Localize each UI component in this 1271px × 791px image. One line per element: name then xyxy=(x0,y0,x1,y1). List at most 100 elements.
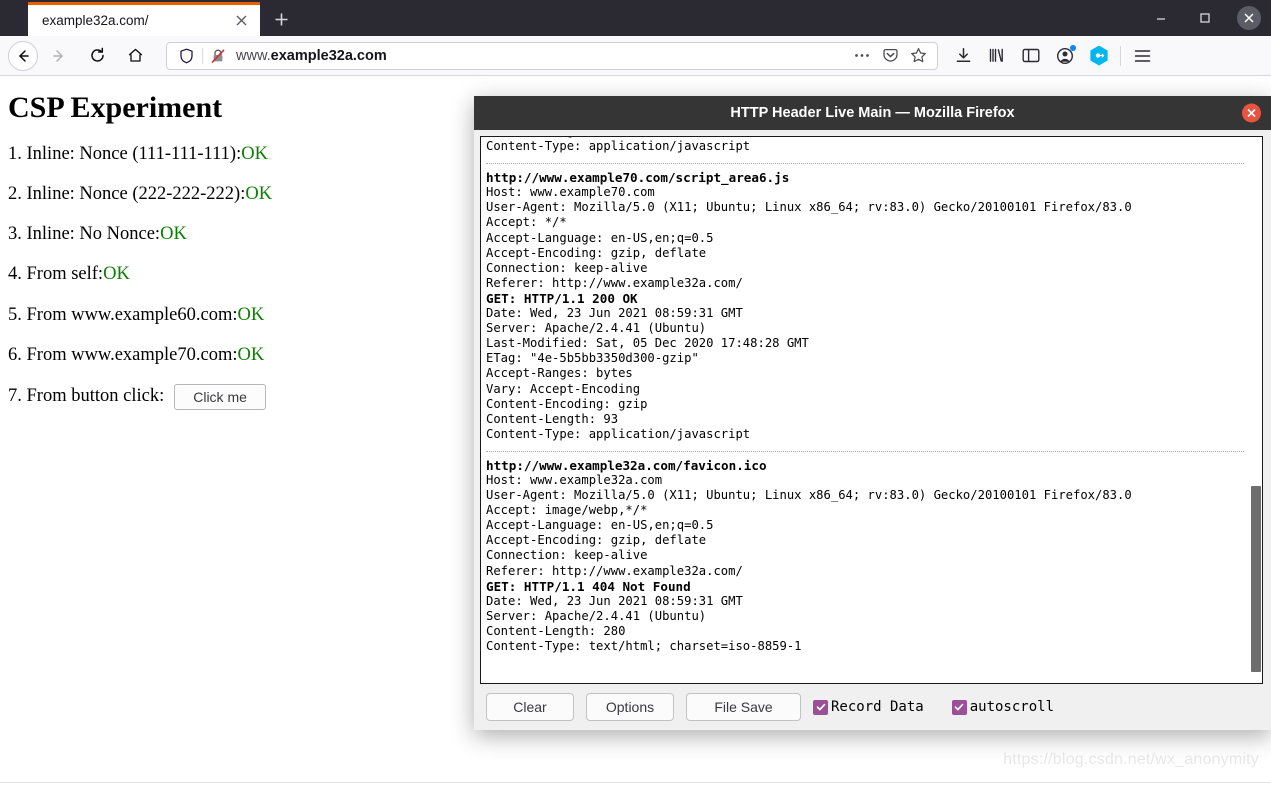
log-scrollbar-thumb[interactable] xyxy=(1251,486,1261,673)
browser-window: example32a.com/ www.example32a.com CSP E… xyxy=(0,0,1271,791)
header-log-line: Date: Wed, 23 Jun 2021 08:59:31 GMT xyxy=(486,593,743,608)
header-log-status: GET: HTTP/1.1 404 Not Found xyxy=(486,578,691,594)
header-log-line: Accept-Encoding: gzip, deflate xyxy=(486,533,707,548)
dialog-title-bar[interactable]: HTTP Header Live Main — Mozilla Firefox xyxy=(474,96,1271,130)
header-log-line: Server: Apache/2.4.41 (Ubuntu) xyxy=(486,321,707,336)
header-log-line: Content-Type: application/javascript xyxy=(486,426,751,441)
header-log-url: http://www.example32a.com/favicon.ico xyxy=(486,457,767,473)
record-data-checkbox[interactable]: Record Data xyxy=(813,699,924,715)
page-actions-icon[interactable] xyxy=(849,44,875,68)
header-log-block: http://www.example32a.com/favicon.ico Hos… xyxy=(486,450,1244,658)
header-log-line: Connection: keep-alive xyxy=(486,260,648,275)
tab-close-icon[interactable] xyxy=(230,10,252,32)
dialog-close-button[interactable] xyxy=(1242,103,1261,123)
url-domain: example32a.com xyxy=(270,47,387,64)
csp-result-label: 6. From www.example70.com: xyxy=(8,344,238,365)
account-notification-dot xyxy=(1070,44,1076,51)
page-bottom-divider xyxy=(0,782,1271,783)
url-text[interactable]: www.example32a.com xyxy=(228,48,849,64)
insecure-lock-icon[interactable] xyxy=(208,48,228,64)
status-badge: OK xyxy=(103,264,130,285)
header-log-line: Content-Length: 280 xyxy=(486,623,626,638)
bookmark-star-icon[interactable] xyxy=(905,44,931,68)
header-log-line: Accept-Language: en-US,en;q=0.5 xyxy=(486,230,714,245)
csp-result-label: 7. From button click: xyxy=(8,386,165,407)
checkmark-icon xyxy=(951,699,967,715)
file-save-button[interactable]: File Save xyxy=(686,693,801,721)
header-log-frame: Content-Length: 93Content-Type: applicat… xyxy=(480,136,1263,684)
tab-title: example32a.com/ xyxy=(42,13,149,28)
record-data-label: Record Data xyxy=(831,699,924,715)
window-minimize-button[interactable] xyxy=(1139,0,1183,36)
extension-icon[interactable] xyxy=(1082,40,1116,72)
csp-result-label: 4. From self: xyxy=(8,264,104,285)
autoscroll-checkbox[interactable]: autoscroll xyxy=(951,699,1055,715)
status-badge: OK xyxy=(160,224,187,245)
header-log-line: User-Agent: Mozilla/5.0 (X11; Ubuntu; Li… xyxy=(486,488,1132,503)
pocket-icon[interactable] xyxy=(877,44,903,68)
account-icon[interactable] xyxy=(1048,40,1082,72)
app-menu-button[interactable] xyxy=(1125,40,1159,72)
header-log-line: Referer: http://www.example32a.com/ xyxy=(486,275,743,290)
header-log-line: Accept-Language: en-US,en;q=0.5 xyxy=(486,518,714,533)
autoscroll-label: autoscroll xyxy=(969,699,1055,715)
csp-result-label: 5. From www.example60.com: xyxy=(8,304,238,325)
close-icon xyxy=(1237,6,1261,30)
log-scrollbar-track[interactable] xyxy=(1249,137,1262,683)
tab-strip: example32a.com/ xyxy=(0,0,1271,36)
checkmark-icon xyxy=(813,699,828,715)
header-log-content: Content-Length: 93Content-Type: applicat… xyxy=(486,137,1244,658)
home-button[interactable] xyxy=(118,39,152,73)
header-log-scroll[interactable]: Content-Length: 93Content-Type: applicat… xyxy=(481,137,1262,683)
dialog-toolbar: Clear Options File Save Record Data auto… xyxy=(480,684,1263,730)
header-log-line: Content-Type: application/javascript xyxy=(486,139,751,154)
csp-result-label: 2. Inline: Nonce (222-222-222): xyxy=(8,184,246,205)
navigation-toolbar: www.example32a.com xyxy=(0,36,1271,76)
window-maximize-button[interactable] xyxy=(1183,0,1227,36)
browser-toolbar-right xyxy=(946,40,1163,72)
window-close-button[interactable] xyxy=(1227,0,1271,36)
header-log-line: Accept-Ranges: bytes xyxy=(486,366,633,381)
sidebar-icon[interactable] xyxy=(1014,40,1048,72)
url-prefix: www. xyxy=(236,47,271,64)
header-log-url: http://www.example70.com/script_area6.js xyxy=(486,170,790,186)
status-badge: OK xyxy=(237,344,265,365)
header-log-block: http://www.example70.com/script_area6.js… xyxy=(486,163,1244,446)
downloads-icon[interactable] xyxy=(946,40,980,72)
clear-button[interactable]: Clear xyxy=(486,693,574,721)
forward-button[interactable] xyxy=(42,39,76,73)
reload-button[interactable] xyxy=(80,39,114,73)
shield-icon[interactable] xyxy=(175,48,197,64)
address-bar-icons xyxy=(175,47,228,64)
header-log-line: Connection: keep-alive xyxy=(486,548,648,563)
dialog-body: Content-Length: 93Content-Type: applicat… xyxy=(474,130,1271,730)
back-button[interactable] xyxy=(8,40,38,71)
extension-hex-icon xyxy=(1090,45,1108,66)
click-me-button[interactable]: Click me xyxy=(174,383,266,410)
window-controls xyxy=(1139,0,1271,36)
address-bar-divider xyxy=(202,47,203,64)
header-log-line: Date: Wed, 23 Jun 2021 08:59:31 GMT xyxy=(486,306,743,321)
csp-result-label: 3. Inline: No Nonce: xyxy=(8,224,161,245)
header-log-line: Referer: http://www.example32a.com/ xyxy=(486,563,743,578)
header-log-line: Server: Apache/2.4.41 (Ubuntu) xyxy=(486,608,707,623)
http-header-live-dialog: HTTP Header Live Main — Mozilla Firefox … xyxy=(474,96,1271,730)
address-bar[interactable]: www.example32a.com xyxy=(166,41,938,70)
watermark-text: https://blog.csdn.net/wx_anonymity xyxy=(1003,751,1259,768)
library-icon[interactable] xyxy=(980,40,1014,72)
new-tab-button[interactable] xyxy=(264,4,298,34)
header-log-block: Content-Length: 93Content-Type: applicat… xyxy=(486,137,1244,158)
dialog-title: HTTP Header Live Main — Mozilla Firefox xyxy=(730,105,1015,121)
options-button[interactable]: Options xyxy=(586,693,674,721)
header-log-line: Content-Length: 93 xyxy=(486,411,619,426)
header-log-line: Host: www.example32a.com xyxy=(486,472,663,487)
header-log-line: Accept: image/webp,*/* xyxy=(486,503,648,518)
address-bar-actions xyxy=(849,44,931,68)
header-log-line: User-Agent: Mozilla/5.0 (X11; Ubuntu; Li… xyxy=(486,200,1132,215)
browser-tab-example32a[interactable]: example32a.com/ xyxy=(28,2,260,36)
status-badge: OK xyxy=(241,144,268,164)
header-log-line: Content-Encoding: gzip xyxy=(486,396,648,411)
header-log-line: Vary: Accept-Encoding xyxy=(486,381,641,396)
header-log-line: ETag: "4e-5b5bb3350d300-gzip" xyxy=(486,351,699,366)
header-log-line: Accept: */* xyxy=(486,215,567,230)
